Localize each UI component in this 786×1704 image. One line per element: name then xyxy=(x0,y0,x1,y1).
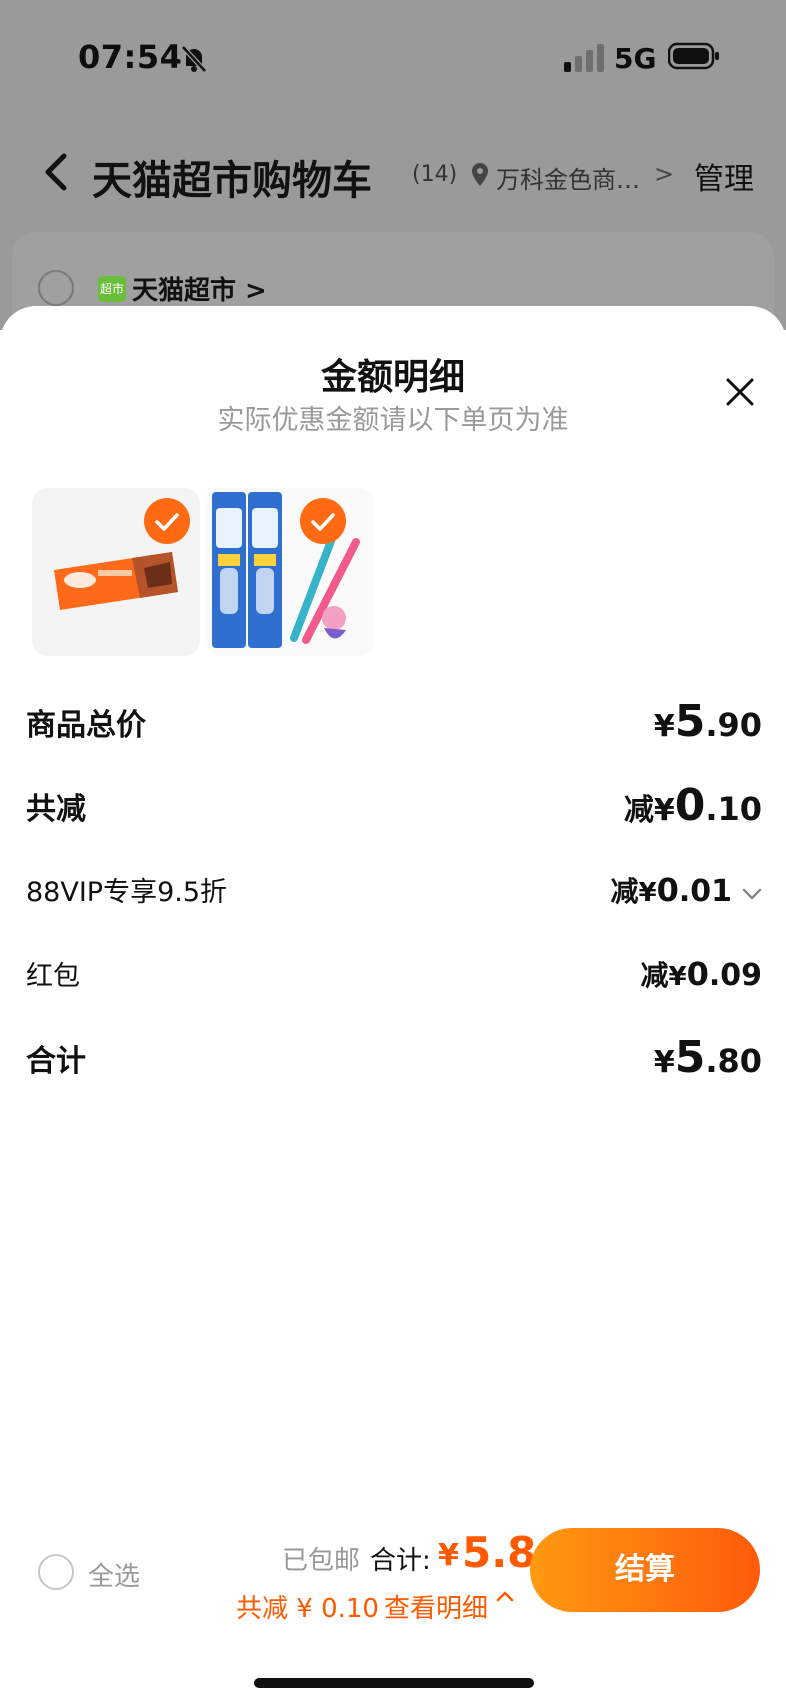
chevron-left-icon[interactable] xyxy=(40,150,74,194)
row-amount: ¥5.80 xyxy=(654,1032,762,1083)
amount-row-total: 合计 ¥5.80 xyxy=(26,1032,762,1083)
row-label: 88VIP专享9.5折 xyxy=(26,877,228,908)
amount-integer: 0 xyxy=(656,871,679,909)
amount-decimal: .10 xyxy=(705,790,762,828)
chevron-right-icon: > xyxy=(654,160,675,188)
store-logo: 超市 xyxy=(98,276,126,302)
amount-row-red-packet: 红包 减¥0.09 xyxy=(26,950,762,998)
view-detail-link[interactable]: 查看明细 xyxy=(384,1588,488,1625)
discount-prefix: 减 xyxy=(623,793,654,828)
product-thumbnail-toothbrush[interactable] xyxy=(206,488,374,656)
amount-row-total-discount: 共减 减¥0.10 xyxy=(26,780,762,831)
status-bar: 07:54 5G xyxy=(0,0,786,120)
yen-sign: ¥ xyxy=(668,962,687,992)
row-label: 商品总价 xyxy=(26,708,146,743)
row-amount: 减¥0.09 xyxy=(640,954,762,994)
amount-row-vip-discount[interactable]: 88VIP专享9.5折 减¥0.01 xyxy=(26,866,762,914)
amount-decimal: .09 xyxy=(708,958,762,993)
row-amount: ¥5.90 xyxy=(654,696,762,747)
total-discount-text: 共减 ¥ 0.10 xyxy=(236,1594,379,1624)
checkout-footer: 全选 已包邮 合计: ¥ 5.8 共减 ¥ 0.10 查看明细 结算 xyxy=(0,1510,786,1630)
amount-integer: 0 xyxy=(686,955,709,993)
mute-bell-icon xyxy=(181,45,207,73)
yen-sign: ¥ xyxy=(653,793,675,828)
row-label: 共减 xyxy=(26,792,86,827)
product-thumbnail-chocolate-bar[interactable] xyxy=(32,488,200,656)
yen-sign: ¥ xyxy=(653,1045,675,1080)
amount-row-subtotal: 商品总价 ¥5.90 xyxy=(26,696,762,747)
checkmark-icon xyxy=(155,513,179,531)
network-type: 5G xyxy=(614,42,657,75)
cart-count: (14) xyxy=(412,162,458,187)
location-pin-icon xyxy=(472,163,488,186)
discount-prefix: 减 xyxy=(640,959,669,992)
sheet-title: 金额明细 xyxy=(320,357,465,398)
close-icon[interactable] xyxy=(724,376,756,408)
toothbrush-image xyxy=(206,488,374,656)
chevron-up-icon[interactable] xyxy=(496,1584,514,1609)
amount-decimal: .90 xyxy=(705,706,762,744)
row-amount: 减¥0.10 xyxy=(624,780,762,831)
amount-decimal: .01 xyxy=(678,874,732,909)
delivery-address[interactable]: 万科金色商… xyxy=(496,160,640,195)
yen-sign: ¥ xyxy=(653,709,675,744)
total-yen-sign: ¥ xyxy=(438,1538,459,1573)
yen-sign: ¥ xyxy=(638,878,657,908)
page-title: 天猫超市购物车 xyxy=(92,158,372,204)
status-time: 07:54 xyxy=(78,38,183,76)
selected-check-badge xyxy=(144,498,190,544)
total-amount: 5.8 xyxy=(462,1528,537,1577)
cellular-signal-icon xyxy=(564,44,604,72)
manage-button[interactable]: 管理 xyxy=(694,154,754,198)
amount-integer: 5 xyxy=(674,1032,706,1083)
cart-nav-bar: 天猫超市购物车 (14) 万科金色商… > 管理 xyxy=(0,140,786,210)
selected-check-badge xyxy=(300,498,346,544)
amount-detail-sheet: 金额明细 实际优惠金额请以下单页为准 商品总价 ¥5.90 共减 减¥0.10 … xyxy=(0,306,786,1704)
select-all-radio[interactable] xyxy=(38,1554,74,1590)
battery-icon xyxy=(668,42,719,70)
row-label: 红包 xyxy=(26,961,80,992)
amount-decimal: .80 xyxy=(705,1042,762,1080)
amount-integer: 0 xyxy=(674,780,706,831)
select-all-label[interactable]: 全选 xyxy=(88,1556,140,1593)
amount-integer: 5 xyxy=(674,696,706,747)
checkout-button[interactable]: 结算 xyxy=(530,1528,760,1612)
sheet-subtitle: 实际优惠金额请以下单页为准 xyxy=(217,405,569,436)
store-name-link[interactable]: 天猫超市 > xyxy=(132,270,267,307)
total-label: 合计: xyxy=(370,1546,431,1576)
free-shipping-label: 已包邮 xyxy=(282,1546,361,1576)
chevron-down-icon[interactable] xyxy=(742,879,762,907)
row-label: 合计 xyxy=(26,1044,86,1079)
store-select-radio[interactable] xyxy=(38,270,74,306)
checkmark-icon xyxy=(311,513,335,531)
discount-prefix: 减 xyxy=(610,875,639,908)
row-amount: 减¥0.01 xyxy=(610,870,762,910)
home-indicator[interactable] xyxy=(254,1678,534,1688)
